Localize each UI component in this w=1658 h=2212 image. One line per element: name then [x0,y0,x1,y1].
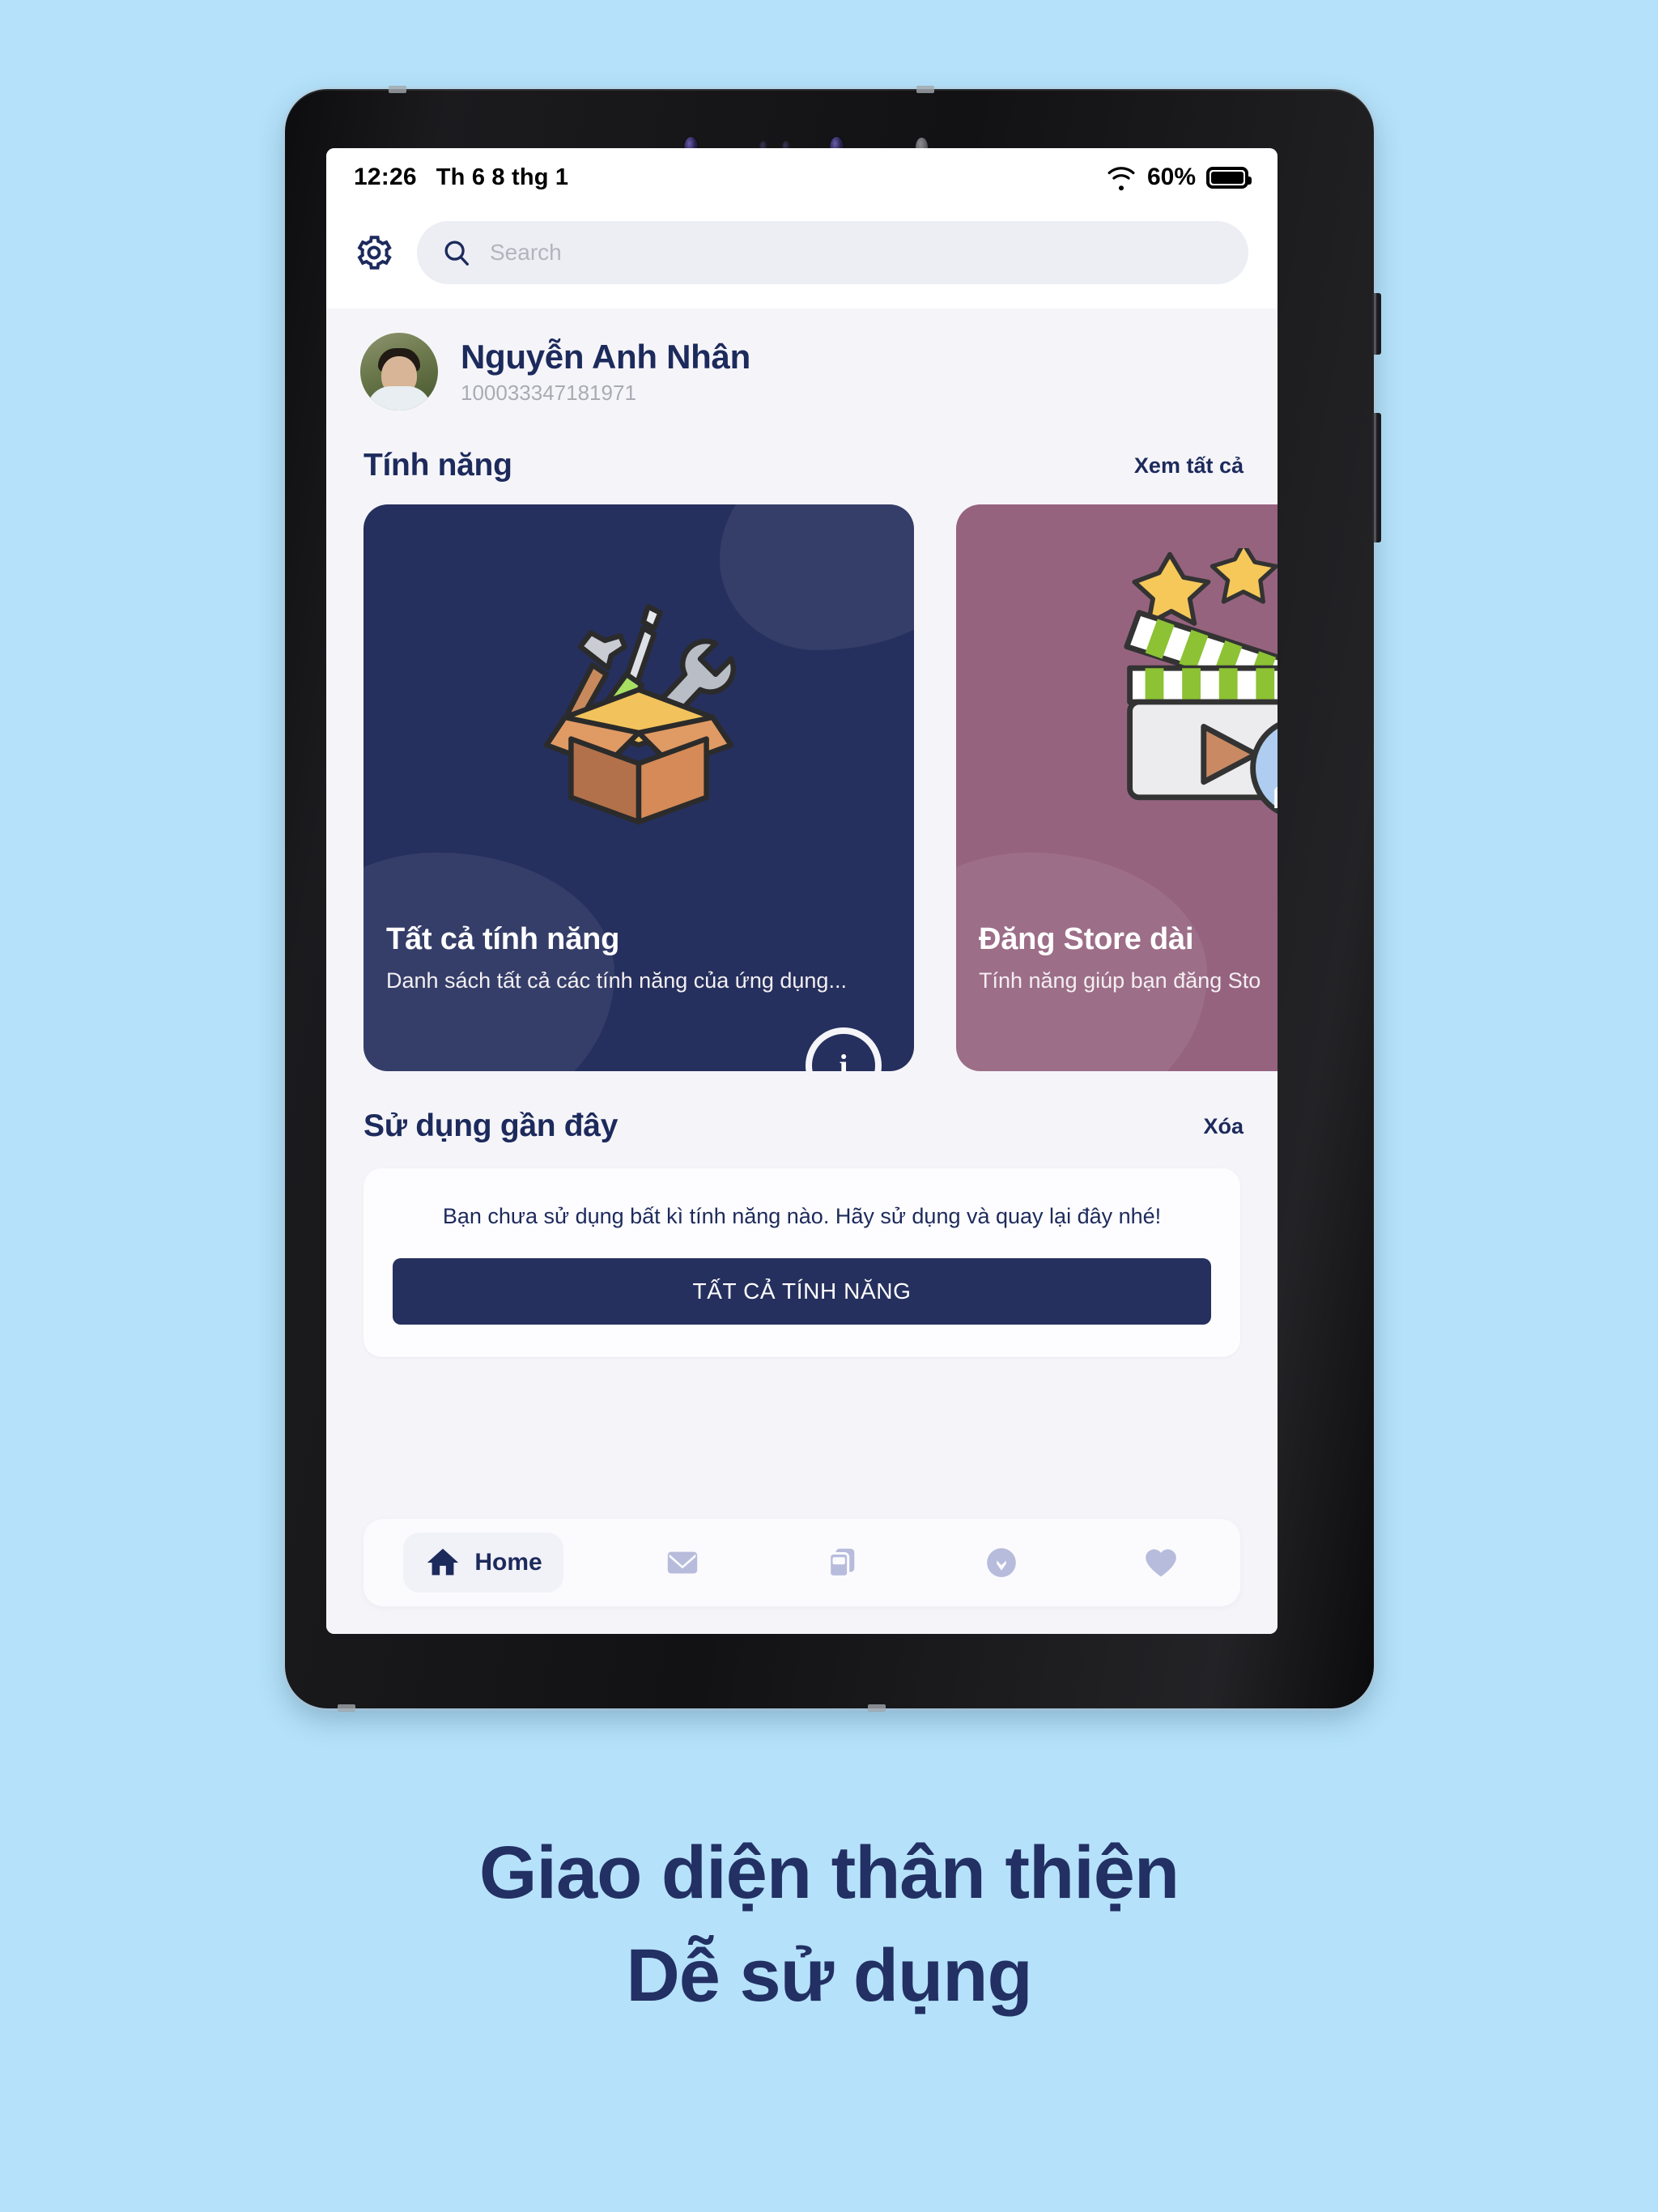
nav-item-mail[interactable] [643,1533,722,1593]
decorative-blob [363,853,614,1071]
status-bar: 12:26 Th 6 8 thg 1 60% [326,148,1278,206]
app-content: Nguyễn Anh Nhân 100033347181971 Tính năn… [326,308,1278,1634]
nav-item-copy[interactable] [802,1533,882,1593]
bottom-nav: Home [363,1519,1240,1606]
battery-percent: 60% [1146,164,1196,190]
features-title: Tính năng [363,448,512,483]
caption: Giao diện thân thiện Dễ sử dụng [0,1822,1658,2027]
caption-line-1: Giao diện thân thiện [478,1831,1180,1914]
profile-row[interactable]: Nguyễn Anh Nhân 100033347181971 [326,308,1278,410]
nav-item-favorites[interactable] [1121,1533,1201,1593]
nav-item-download[interactable] [962,1533,1041,1593]
feature-card-list[interactable]: Tất cả tính năng Danh sách tất cả các tí… [326,483,1278,1071]
info-icon[interactable]: i [806,1027,882,1071]
tablet-device: 12:26 Th 6 8 thg 1 60% Search Nguyễn Anh… [283,86,1381,1712]
search-icon [444,240,469,266]
caption-line-2: Dễ sử dụng [626,1933,1032,2017]
recent-title: Sử dụng gần đây [363,1108,619,1143]
copy-icon [828,1548,855,1578]
recent-section-header: Sử dụng gần đây Xóa [326,1071,1278,1144]
decorative-blob [956,853,1207,1071]
feature-card-subtitle: Danh sách tất cả các tính năng của ứng d… [386,968,847,993]
antenna-line [916,86,934,93]
feature-card-dang-store-dai[interactable]: Đăng Store dài Tính năng giúp bạn đăng S… [956,504,1278,1071]
profile-name: Nguyễn Anh Nhân [461,337,750,376]
feature-card-all-features[interactable]: Tất cả tính năng Danh sách tất cả các tí… [363,504,914,1071]
app-screen: 12:26 Th 6 8 thg 1 60% Search Nguyễn Anh… [326,148,1278,1634]
antenna-line [868,1704,886,1712]
mail-icon [668,1551,698,1574]
antenna-line [389,86,406,93]
profile-id: 100033347181971 [461,381,636,406]
clapperboard-upload-icon [956,532,1278,872]
feature-card-subtitle: Tính năng giúp bạn đăng Sto [979,968,1261,993]
status-time: 12:26 [354,164,417,190]
status-date: Th 6 8 thg 1 [436,164,569,190]
all-features-button[interactable]: TẤT CẢ TÍNH NĂNG [393,1258,1211,1325]
toolbox-icon [363,532,914,872]
home-icon [427,1548,459,1576]
wifi-icon [1107,167,1135,191]
battery-full-icon [1206,166,1252,189]
nav-item-home-label: Home [474,1549,542,1576]
see-all-features-link[interactable]: Xem tất cả [1134,453,1244,483]
search-placeholder: Search [490,240,562,265]
antenna-line [338,1704,355,1712]
heart-icon [1145,1549,1176,1577]
search-input[interactable]: Search [417,221,1248,284]
recent-empty-message: Bạn chưa sử dụng bất kì tính năng nào. H… [442,1204,1162,1228]
bottom-nav-wrapper: Home [326,1519,1278,1634]
power-button[interactable] [1372,293,1381,355]
gear-icon[interactable] [354,232,394,273]
feature-card-title: Đăng Store dài [979,922,1194,956]
app-header: Search [326,206,1278,308]
recent-empty-panel: Bạn chưa sử dụng bất kì tính năng nào. H… [363,1168,1240,1357]
clear-recent-link[interactable]: Xóa [1203,1114,1244,1144]
avatar[interactable] [360,333,438,410]
download-icon [987,1548,1016,1577]
volume-button[interactable] [1372,413,1381,542]
feature-card-title: Tất cả tính năng [386,922,620,956]
features-section-header: Tính năng Xem tất cả [326,410,1278,483]
nav-item-home[interactable]: Home [403,1533,563,1593]
